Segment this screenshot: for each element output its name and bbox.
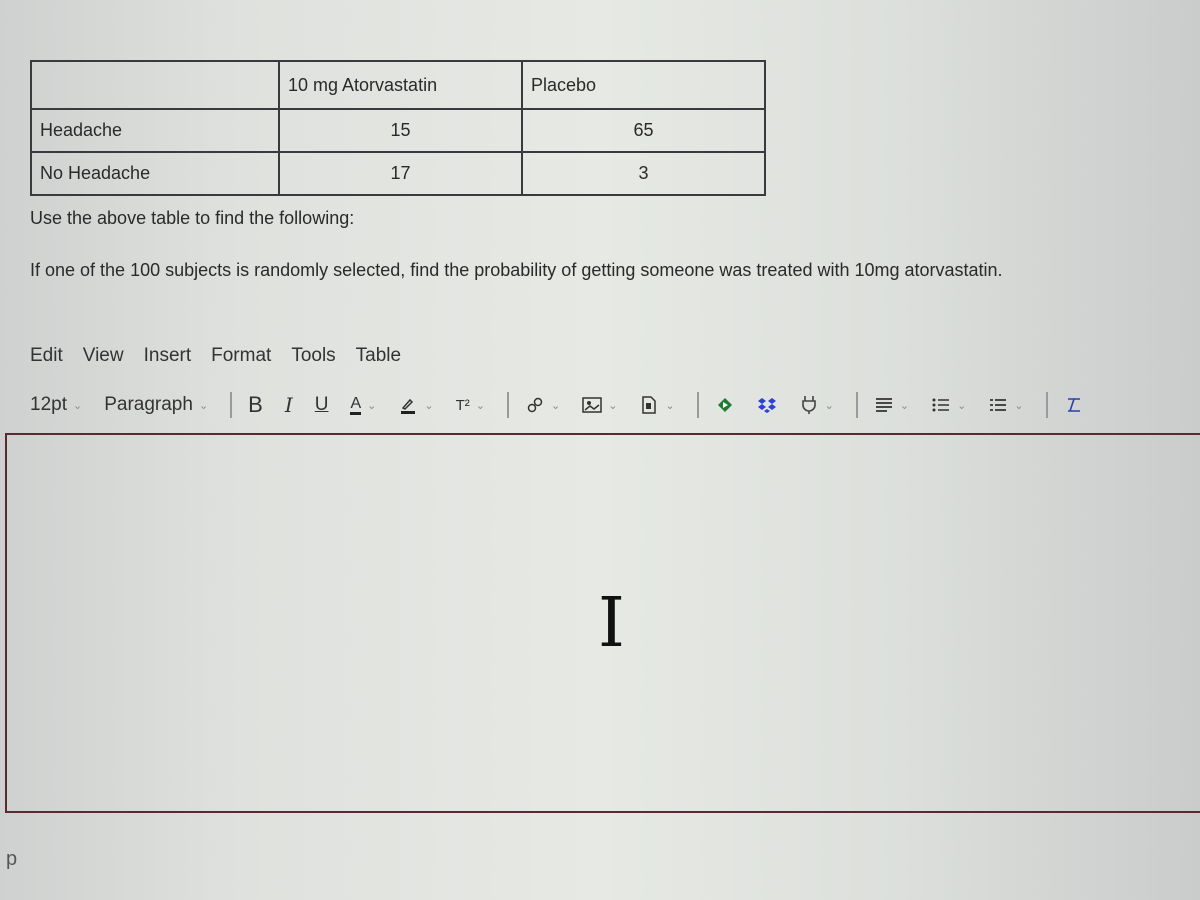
align-button[interactable]: ⌄ [874,395,909,415]
bullet-list-button[interactable]: ⌄ [931,395,966,415]
document-button[interactable]: ⌄ [639,395,675,415]
italic-icon: I [284,393,293,417]
cell-value: 3 [521,151,766,196]
chevron-down-icon: ⌄ [550,399,561,412]
block-format-select[interactable]: Paragraph ⌄ [104,394,208,416]
table-row: Headache 15 65 [30,108,766,153]
menu-table[interactable]: Table [356,345,401,367]
chevron-down-icon: ⌄ [957,399,967,412]
highlight-button[interactable]: ⌄ [398,395,434,415]
chevron-down-icon: ⌄ [824,399,834,412]
chevron-down-icon: ⌄ [72,399,83,412]
italic-button[interactable]: I [285,393,293,417]
toolbar-divider [696,392,699,418]
google-drive-icon [715,395,735,415]
link-button[interactable]: ⌄ [525,395,560,415]
toolbar-divider [1045,392,1048,418]
bold-icon: B [248,392,263,417]
cell-value: 15 [278,108,523,153]
row-label: Headache [30,108,280,153]
clear-format-icon [1064,395,1084,415]
dropbox-button[interactable] [757,395,777,415]
image-button[interactable]: ⌄ [582,395,617,415]
align-left-icon [874,395,894,415]
bullet-list-icon [931,395,951,415]
numbered-list-icon [988,395,1008,415]
numbered-list-button[interactable]: ⌄ [988,395,1024,415]
editor-toolbar: 12pt ⌄ Paragraph ⌄ B I U A ⌄ ⌄ T² ⌄ ⌄ ⌄ … [30,390,1106,420]
chevron-down-icon: ⌄ [424,399,434,412]
text-cursor-icon: I [598,584,625,663]
table-header-row: 10 mg Atorvastatin Placebo [30,60,766,110]
table-header-atorvastatin: 10 mg Atorvastatin [278,60,523,110]
data-table: 10 mg Atorvastatin Placebo Headache 15 6… [30,60,766,196]
menu-edit[interactable]: Edit [30,345,63,367]
font-size-value: 12pt [30,394,67,415]
menu-tools[interactable]: Tools [291,345,335,367]
table-header-placebo: Placebo [521,60,766,110]
block-format-value: Paragraph [104,394,193,415]
clear-format-button[interactable] [1064,395,1084,415]
link-icon [525,395,545,415]
google-drive-button[interactable] [715,395,735,415]
question-prompt: If one of the 100 subjects is randomly s… [30,260,1003,280]
chevron-down-icon: ⌄ [198,399,209,412]
chevron-down-icon: ⌄ [475,399,485,412]
cell-value: 65 [521,108,766,153]
menu-view[interactable]: View [83,345,124,367]
menu-format[interactable]: Format [211,345,271,367]
bold-button[interactable]: B [248,392,263,418]
text-color-icon: A [350,395,362,415]
underline-button[interactable]: U [315,394,329,416]
table-header-empty [30,60,280,110]
instruction-text: Use the above table to find the followin… [30,208,355,228]
toolbar-divider [855,392,858,418]
highlighter-icon [398,395,418,415]
chevron-down-icon: ⌄ [608,399,618,412]
image-icon [582,395,602,415]
editor-menubar: Edit View Insert Format Tools Table [30,345,401,367]
document-icon [639,395,659,415]
menu-insert[interactable]: Insert [144,345,192,367]
toolbar-divider [230,392,233,418]
plug-icon [799,395,819,415]
plugin-button[interactable]: ⌄ [799,395,834,415]
chevron-down-icon: ⌄ [665,399,675,412]
font-size-select[interactable]: 12pt ⌄ [30,394,82,416]
dropbox-icon [757,395,777,415]
row-label: No Headache [30,151,280,196]
cell-value: 17 [278,151,523,196]
table-row: No Headache 17 3 [30,151,766,196]
superscript-icon: T² [455,396,470,414]
superscript-button[interactable]: T² ⌄ [456,397,485,414]
chevron-down-icon: ⌄ [1014,399,1024,412]
chevron-down-icon: ⌄ [367,399,377,412]
chevron-down-icon: ⌄ [899,399,910,412]
element-path-status: p [6,848,18,870]
text-color-button[interactable]: A ⌄ [350,395,377,415]
toolbar-divider [506,392,509,418]
underline-icon: U [314,394,329,415]
